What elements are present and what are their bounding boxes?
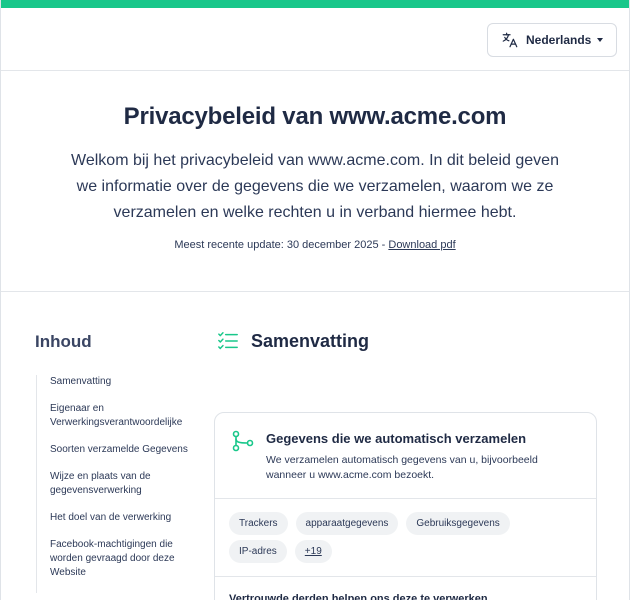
translate-icon xyxy=(502,32,518,48)
auto-collected-data-card: Gegevens die we automatisch verzamelen W… xyxy=(214,412,597,600)
toc-item-eigenaar[interactable]: Eigenaar en Verwerkingsverantwoordelijke xyxy=(37,402,196,430)
tag-apparaatgegevens: apparaatgegevens xyxy=(295,512,399,535)
toc-item-doel[interactable]: Het doel van de verwerking xyxy=(37,511,196,525)
toc-item-samenvatting[interactable]: Samenvatting xyxy=(37,375,196,389)
card-title: Gegevens die we automatisch verzamelen xyxy=(266,431,527,446)
language-selector[interactable]: Nederlands xyxy=(487,23,617,57)
data-tags: Trackers apparaatgegevens Gebruiksgegeve… xyxy=(215,499,596,577)
update-text: Meest recente update: 30 december 2025 - xyxy=(174,239,389,251)
toc-list: Samenvatting Eigenaar en Verwerkingsvera… xyxy=(36,375,196,593)
language-label: Nederlands xyxy=(526,33,592,47)
tag-trackers: Trackers xyxy=(229,512,288,535)
intro-text: Welkom bij het privacybeleid van www.acm… xyxy=(71,152,559,221)
toc-item-wijze-en-plaats[interactable]: Wijze en plaats van de gegevensverwerkin… xyxy=(37,470,196,498)
share-nodes-icon xyxy=(232,430,254,452)
show-more-tags-button[interactable]: +19 xyxy=(294,540,332,563)
chevron-down-icon xyxy=(597,38,604,42)
tag-ip-adres: IP-adres xyxy=(229,540,287,563)
hero: Privacybeleid van www.acme.com Welkom bi… xyxy=(1,71,629,292)
third-parties-text: Vertrouwde derden helpen ons deze te ver… xyxy=(229,593,488,600)
card-header: Gegevens die we automatisch verzamelen W… xyxy=(215,413,596,499)
card-description: We verzamelen automatisch gegevens van u… xyxy=(266,454,538,481)
checklist-icon xyxy=(218,332,238,350)
toc-item-soorten-gegevens[interactable]: Soorten verzamelde Gegevens xyxy=(37,443,196,457)
accent-bar xyxy=(1,0,629,8)
last-update: Meest recente update: 30 december 2025 -… xyxy=(1,239,629,251)
page: Nederlands Privacybeleid van www.acme.co… xyxy=(0,0,630,600)
page-title: Privacybeleid van www.acme.com xyxy=(123,103,507,130)
summary-title: Samenvatting xyxy=(251,330,370,351)
toc-title: Inhoud xyxy=(35,332,92,351)
header: Nederlands xyxy=(1,8,629,71)
toc-item-facebook-machtigingen[interactable]: Facebook-machtigingen die worden gevraag… xyxy=(37,538,196,580)
summary-heading: Samenvatting xyxy=(217,330,369,352)
download-pdf-link[interactable]: Download pdf xyxy=(388,239,455,251)
tag-gebruiksgegevens: Gebruiksgegevens xyxy=(406,512,510,535)
